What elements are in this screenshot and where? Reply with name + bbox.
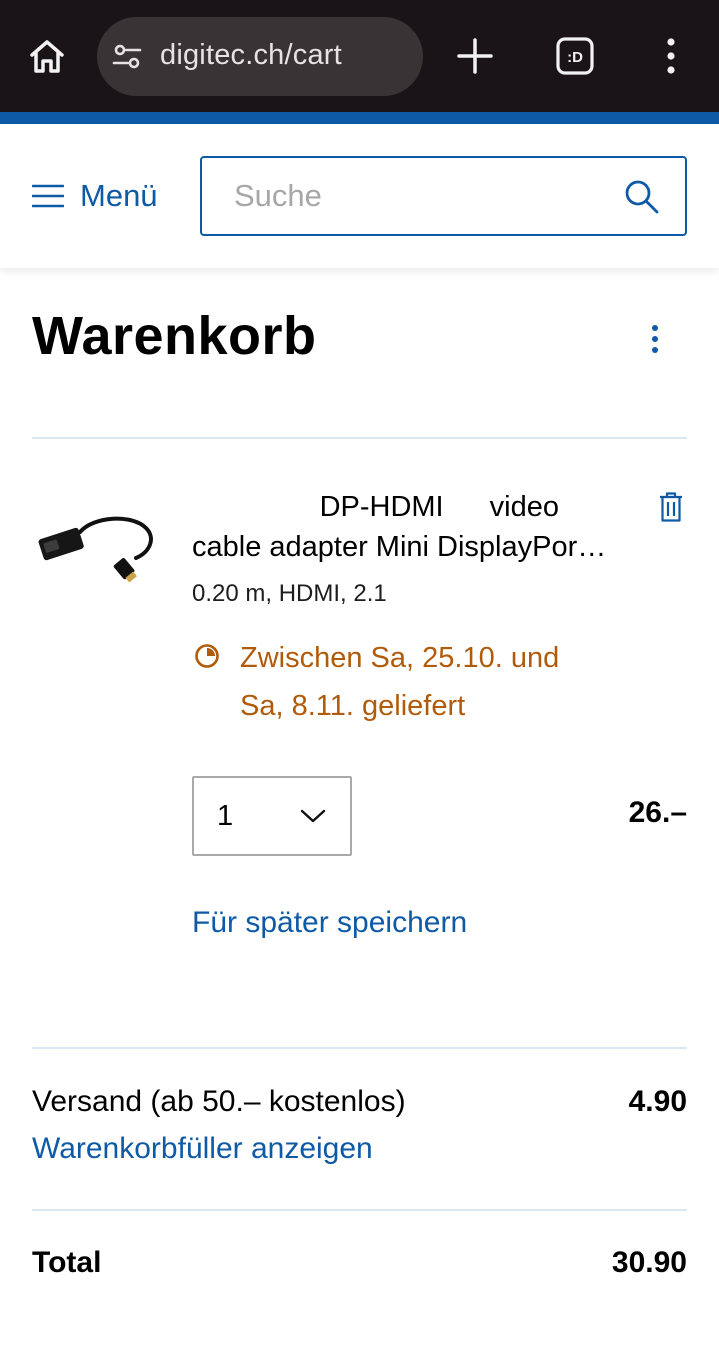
item-price: 26.– xyxy=(628,796,687,829)
delivery-estimate: Zwischen Sa, 25.10. und Sa, 8.11. gelief… xyxy=(240,634,660,730)
brand-accent-strip xyxy=(0,112,719,124)
url-text[interactable]: digitec.ch/cart xyxy=(160,39,342,72)
search-input[interactable] xyxy=(234,174,604,218)
site-settings-icon[interactable] xyxy=(111,41,143,73)
product-image[interactable] xyxy=(32,508,157,588)
search-icon[interactable] xyxy=(624,179,660,215)
divider xyxy=(32,437,687,439)
total-value: 30.90 xyxy=(611,1246,687,1279)
product-specs: 0.20 m, HDMI, 2.1 xyxy=(192,580,387,607)
divider xyxy=(32,1209,687,1211)
shipping-label: Versand (ab 50.– kostenlos) xyxy=(32,1085,406,1118)
address-bar[interactable]: digitec.ch/cart xyxy=(97,17,423,96)
trash-icon[interactable] xyxy=(659,492,683,522)
pie-clock-icon xyxy=(195,644,219,668)
site-header: Menü xyxy=(0,124,719,268)
cart-options-icon[interactable] xyxy=(648,324,662,354)
browser-toolbar: digitec.ch/cart :D xyxy=(0,0,719,112)
delivery-line2: Sa, 8.11. geliefert xyxy=(240,690,466,722)
shipping-value: 4.90 xyxy=(628,1085,687,1118)
quantity-select[interactable]: 1 xyxy=(192,776,352,856)
delivery-line1: Zwischen Sa, 25.10. und xyxy=(240,642,560,674)
home-icon[interactable] xyxy=(27,36,67,76)
product-title-line1[interactable]: DP-HDMI video xyxy=(192,487,642,527)
save-for-later-link[interactable]: Für später speichern xyxy=(192,906,467,940)
product-title-line2[interactable]: cable adapter Mini DisplayPor… xyxy=(192,527,642,567)
page-title: Warenkorb xyxy=(32,306,317,366)
divider xyxy=(32,1047,687,1049)
hamburger-icon xyxy=(32,184,64,208)
total-label: Total xyxy=(32,1246,102,1279)
menu-button[interactable]: Menü xyxy=(32,176,158,216)
product-title[interactable]: DP-HDMI video cable adapter Mini Display… xyxy=(192,487,642,567)
quantity-value: 1 xyxy=(217,800,234,832)
chevron-down-icon xyxy=(300,809,326,823)
more-options-icon[interactable] xyxy=(660,36,682,76)
tab-switcher-icon[interactable]: :D xyxy=(556,37,594,75)
search-box[interactable] xyxy=(200,156,687,236)
svg-text::D: :D xyxy=(567,49,583,66)
new-tab-icon[interactable] xyxy=(455,36,495,76)
cart-filler-link[interactable]: Warenkorbfüller anzeigen xyxy=(32,1132,373,1166)
menu-label: Menü xyxy=(80,178,158,213)
